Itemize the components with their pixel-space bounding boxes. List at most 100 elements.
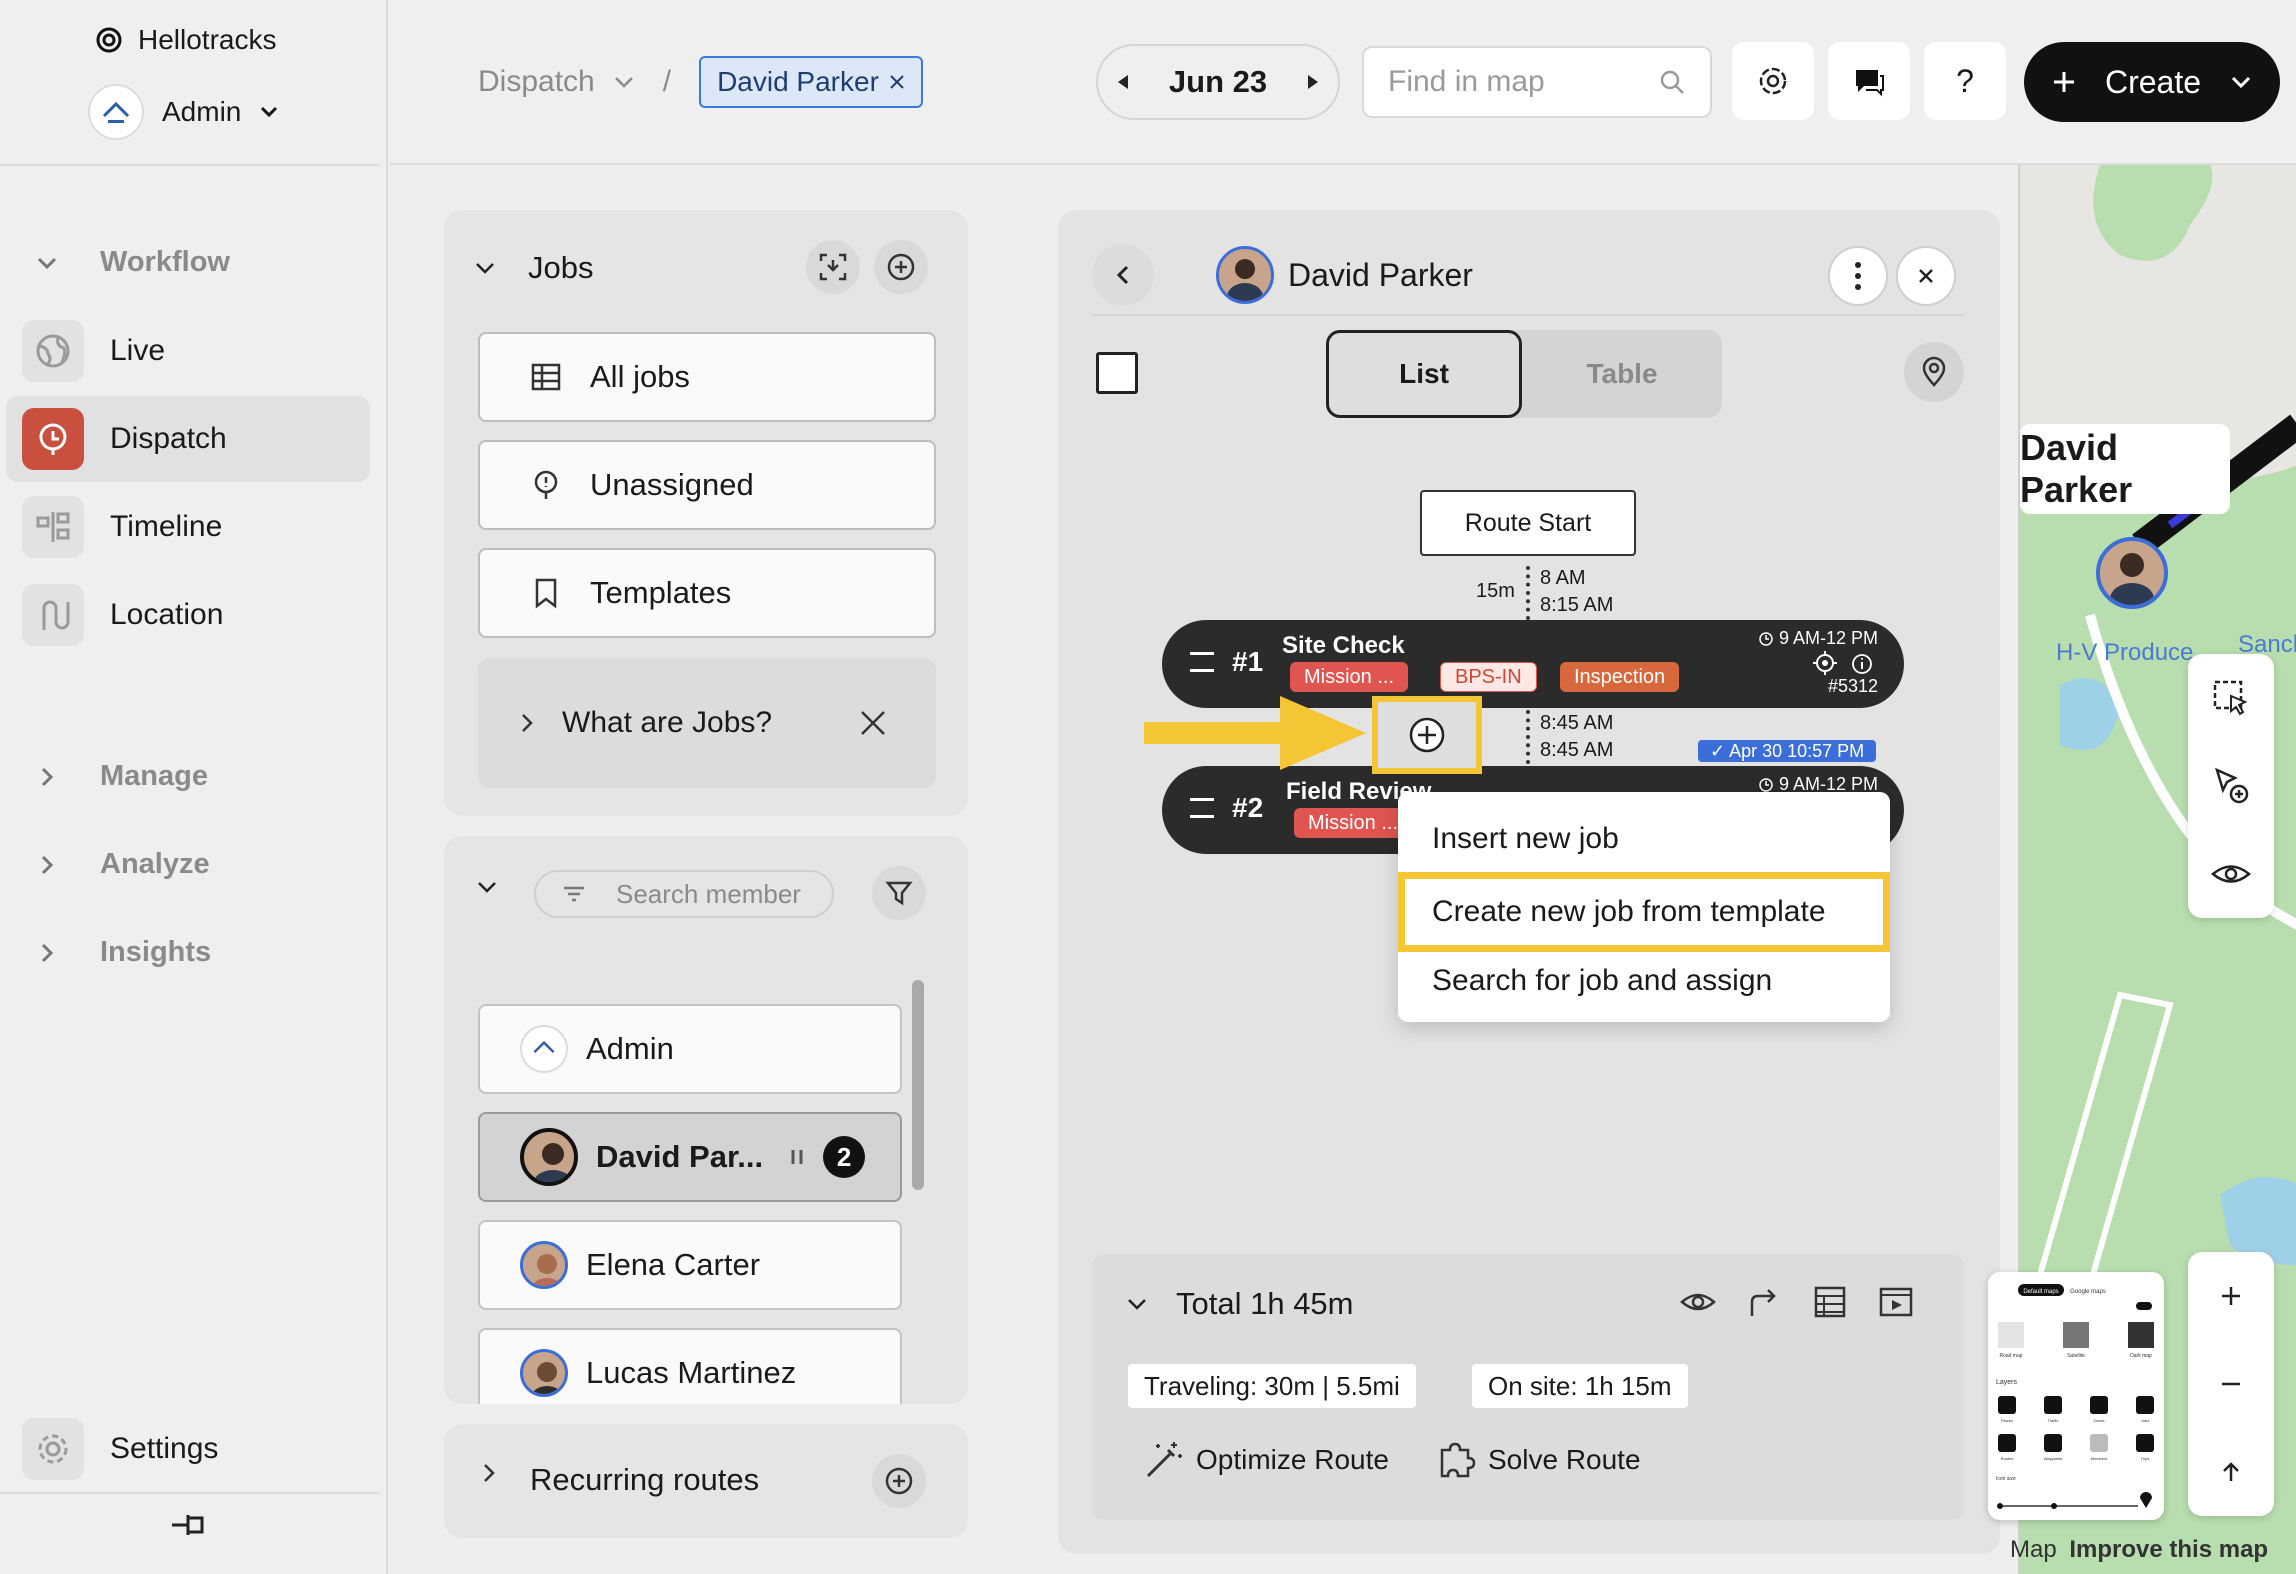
close-icon[interactable] xyxy=(858,708,888,738)
sidebar-item-live[interactable]: Live xyxy=(6,308,370,394)
member-name: David Par... xyxy=(596,1139,764,1174)
unassigned-link[interactable]: Unassigned xyxy=(478,440,936,530)
optimize-route-button[interactable]: Optimize Route xyxy=(1144,1440,1389,1480)
route-map-button[interactable] xyxy=(1904,342,1964,402)
globe-icon xyxy=(22,320,84,382)
select-all-checkbox[interactable] xyxy=(1096,352,1138,394)
area-select-button[interactable] xyxy=(2188,654,2274,742)
svg-text:Routes: Routes xyxy=(2001,1456,2014,1461)
timeline-icon xyxy=(22,496,84,558)
insert-job-button[interactable] xyxy=(1372,696,1482,774)
import-jobs-button[interactable] xyxy=(806,240,860,294)
sidebar-item-location[interactable]: Location xyxy=(6,572,370,658)
help-button[interactable]: ? xyxy=(1924,42,2006,120)
schedule-table-icon[interactable] xyxy=(1812,1284,1848,1320)
jobs-help-box[interactable]: What are Jobs? xyxy=(478,658,936,788)
chevron-right-icon xyxy=(480,1462,498,1484)
optimize-label: Optimize Route xyxy=(1196,1444,1389,1475)
filter-chip[interactable]: David Parker xyxy=(699,56,923,108)
chevron-down-icon xyxy=(1126,1297,1148,1311)
brand[interactable]: Hellotracks xyxy=(94,24,276,56)
info-icon[interactable] xyxy=(1850,652,1874,676)
svg-text:Satellite: Satellite xyxy=(2067,1353,2085,1359)
help-label: What are Jobs? xyxy=(562,706,773,739)
back-button[interactable] xyxy=(1092,244,1154,306)
sidebar-item-timeline[interactable]: Timeline xyxy=(6,484,370,570)
member-map-marker[interactable] xyxy=(2096,537,2168,609)
section-manage[interactable]: Manage xyxy=(36,760,208,793)
member-item-elena-carter[interactable]: Elena Carter xyxy=(478,1220,902,1310)
create-button[interactable]: Create xyxy=(2024,42,2280,122)
map-style-preview[interactable]: Default maps Google maps Road map Satell… xyxy=(1988,1272,2164,1520)
reset-north-button[interactable] xyxy=(2188,1428,2274,1516)
section-insights[interactable]: Insights xyxy=(36,936,211,969)
pause-icon[interactable] xyxy=(789,1146,805,1168)
svg-text:Dark map: Dark map xyxy=(2130,1353,2152,1359)
jobs-panel-header[interactable]: Jobs xyxy=(474,250,593,286)
section-analyze[interactable]: Analyze xyxy=(36,848,210,881)
eye-icon[interactable] xyxy=(1680,1284,1716,1320)
account-name: Admin xyxy=(162,96,242,127)
route-start-button[interactable]: Route Start xyxy=(1420,490,1636,556)
search-icon[interactable] xyxy=(1658,68,1686,96)
templates-link[interactable]: Templates xyxy=(478,548,936,638)
total-toggle[interactable]: Total 1h 45m xyxy=(1126,1286,1354,1322)
svg-text:Google maps: Google maps xyxy=(2070,1289,2106,1295)
add-waypoint-button[interactable] xyxy=(2188,742,2274,830)
tab-table[interactable]: Table xyxy=(1522,330,1722,418)
drag-handle-icon[interactable] xyxy=(1190,652,1214,672)
chat-button[interactable] xyxy=(1828,42,1910,120)
close-route-button[interactable] xyxy=(1896,246,1956,306)
solve-route-button[interactable]: Solve Route xyxy=(1436,1440,1641,1480)
section-workflow[interactable]: Workflow xyxy=(36,246,230,279)
add-recurring-route-button[interactable] xyxy=(872,1454,926,1508)
zoom-out-button[interactable] xyxy=(2188,1340,2274,1428)
menu-insert-new-job[interactable]: Insert new job xyxy=(1398,804,1890,874)
sidebar-item-label: Location xyxy=(110,598,224,631)
all-jobs-link[interactable]: All jobs xyxy=(478,332,936,422)
account-switcher[interactable]: Admin xyxy=(88,84,279,140)
sidebar-item-settings[interactable]: Settings xyxy=(22,1418,218,1480)
next-day-icon[interactable] xyxy=(1306,73,1320,91)
tab-list[interactable]: List xyxy=(1326,330,1522,418)
ai-assistant-button[interactable] xyxy=(1732,42,1814,120)
chip-label: David Parker xyxy=(717,66,879,97)
member-list-scrollbar[interactable] xyxy=(912,980,924,1190)
member-item-admin[interactable]: Admin xyxy=(478,1004,902,1094)
chevron-down-icon[interactable] xyxy=(613,75,635,89)
member-item-lucas-martinez[interactable]: Lucas Martinez xyxy=(478,1328,902,1404)
table-icon xyxy=(530,361,562,393)
pin-sidebar-icon[interactable] xyxy=(168,1510,208,1540)
chevron-down-icon[interactable] xyxy=(476,880,498,894)
plus-circle-icon xyxy=(1407,715,1447,755)
member-search[interactable]: Search member xyxy=(534,870,834,918)
sidebar-item-dispatch[interactable]: Dispatch xyxy=(6,396,370,482)
minus-icon xyxy=(2219,1372,2243,1396)
prev-day-icon[interactable] xyxy=(1116,73,1130,91)
chevron-down-icon xyxy=(2230,75,2252,89)
breadcrumb-separator: / xyxy=(662,65,672,98)
add-job-button[interactable] xyxy=(874,240,928,294)
member-filter-button[interactable] xyxy=(872,866,926,920)
close-icon[interactable] xyxy=(889,74,905,90)
sidebar-item-label: Dispatch xyxy=(110,422,227,455)
playback-icon[interactable] xyxy=(1878,1284,1914,1320)
ai-icon xyxy=(1756,64,1790,98)
divider xyxy=(0,164,380,166)
directions-icon[interactable] xyxy=(1746,1284,1782,1320)
visibility-button[interactable] xyxy=(2188,830,2274,918)
menu-search-and-assign[interactable]: Search for job and assign xyxy=(1398,946,1890,1016)
search-input[interactable] xyxy=(1388,65,1638,99)
map-attribution: Map Improve this map xyxy=(2010,1536,2268,1564)
zoom-in-button[interactable] xyxy=(2188,1252,2274,1340)
target-icon[interactable] xyxy=(1812,650,1838,676)
member-item-david-parker[interactable]: David Par... 2 xyxy=(478,1112,902,1202)
chat-icon xyxy=(1852,64,1886,98)
recurring-routes-panel[interactable]: Recurring routes xyxy=(444,1424,968,1538)
date-label[interactable]: Jun 23 xyxy=(1169,64,1267,100)
improve-map-link[interactable]: Improve this map xyxy=(2069,1536,2268,1563)
menu-create-from-template[interactable]: Create new job from template xyxy=(1398,872,1890,952)
breadcrumb-dispatch[interactable]: Dispatch xyxy=(478,65,595,99)
drag-handle-icon[interactable] xyxy=(1190,798,1214,818)
more-options-button[interactable] xyxy=(1828,246,1888,306)
